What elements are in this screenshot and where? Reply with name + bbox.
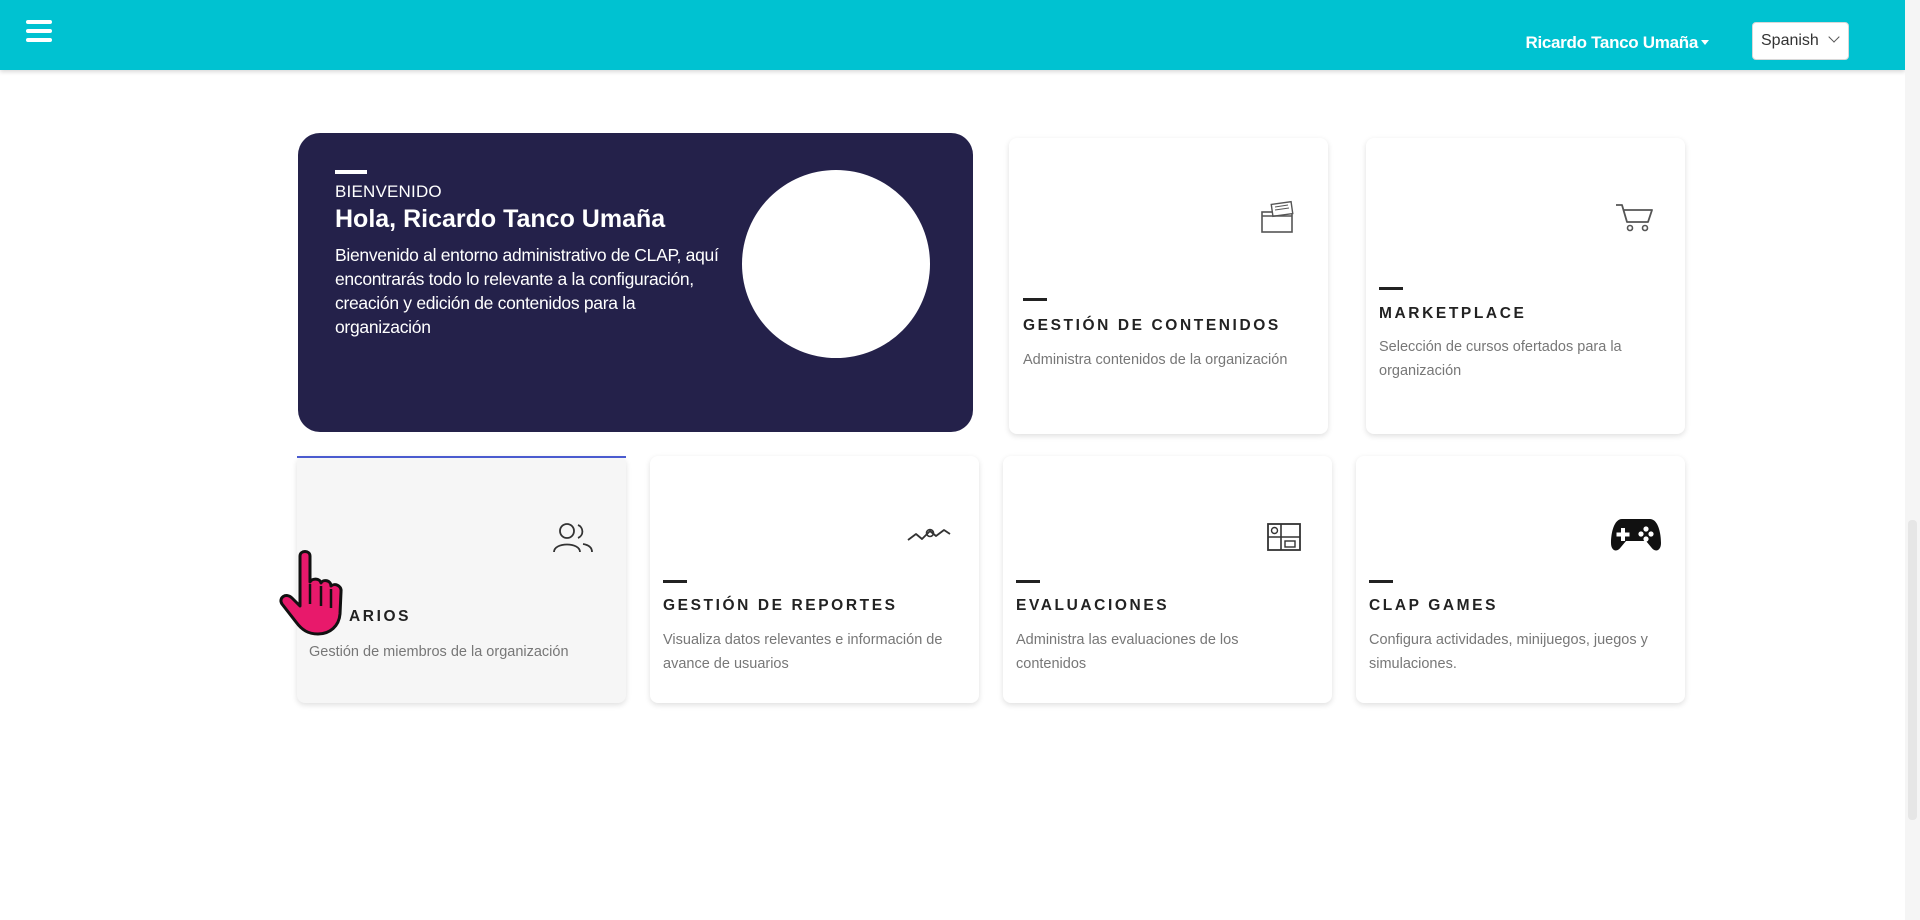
cart-icon (1616, 204, 1653, 232)
hamburger-menu-icon[interactable] (26, 20, 52, 46)
card-accent-bar (1016, 580, 1040, 583)
card-marketplace[interactable]: MARKETPLACE Selección de cursos ofertado… (1366, 138, 1685, 434)
card-title: MARKETPLACE (1379, 305, 1527, 322)
grid-icon (1267, 523, 1301, 551)
card-description: Administra contenidos de la organización (1023, 352, 1288, 368)
folder-icon (1261, 200, 1294, 233)
card-description: Visualiza datos relevantes e información… (663, 632, 943, 672)
card-description: Gestión de miembros de la organización (309, 644, 569, 660)
card-accent-bar (1379, 287, 1403, 290)
welcome-description: Bienvenido al entorno administrativo de … (335, 245, 719, 337)
card-description: Selección de cursos ofertados para la or… (1379, 339, 1622, 379)
user-menu-dropdown[interactable]: Ricardo Tanco Umaña (1525, 33, 1709, 53)
card-gestion-contenidos[interactable]: GESTIÓN DE CONTENIDOS Administra conteni… (1009, 138, 1328, 434)
avatar (742, 170, 930, 358)
caret-down-icon (1701, 40, 1709, 45)
hand-pointer-icon (279, 550, 343, 636)
card-gestion-reportes[interactable]: GESTIÓN DE REPORTES Visualiza datos rele… (650, 456, 979, 703)
card-title: ARIOS (349, 608, 412, 625)
card-clap-games[interactable]: CLAP GAMES Configura actividades, miniju… (1356, 456, 1685, 703)
chevron-down-icon (1828, 31, 1840, 43)
language-select[interactable]: Spanish (1752, 22, 1849, 60)
card-hover-line (297, 456, 626, 458)
card-accent-bar (1369, 580, 1393, 583)
card-description: Configura actividades, minijuegos, juego… (1369, 632, 1648, 672)
top-navbar: Ricardo Tanco Umaña Spanish (0, 0, 1905, 70)
card-accent-bar (1023, 298, 1047, 301)
language-value: Spanish (1761, 32, 1819, 49)
card-title: GESTIÓN DE REPORTES (663, 597, 898, 614)
card-description: Administra las evaluaciones de los conte… (1016, 632, 1239, 672)
welcome-eyebrow: BIENVENIDO (335, 182, 442, 201)
scrollbar-thumb[interactable] (1908, 520, 1917, 820)
chart-icon (907, 528, 951, 541)
banner-divider (335, 170, 367, 174)
card-accent-bar (663, 580, 687, 583)
user-name: Ricardo Tanco Umaña (1525, 33, 1698, 52)
card-title: GESTIÓN DE CONTENIDOS (1023, 317, 1281, 334)
card-evaluaciones[interactable]: EVALUACIONES Administra las evaluaciones… (1003, 456, 1332, 703)
card-title: EVALUACIONES (1016, 597, 1170, 614)
welcome-banner: BIENVENIDO Hola, Ricardo Tanco Umaña Bie… (298, 133, 973, 432)
welcome-greeting: Hola, Ricardo Tanco Umaña (335, 205, 666, 233)
gamepad-icon (1611, 519, 1661, 551)
card-title: CLAP GAMES (1369, 597, 1499, 614)
users-icon (553, 523, 593, 553)
